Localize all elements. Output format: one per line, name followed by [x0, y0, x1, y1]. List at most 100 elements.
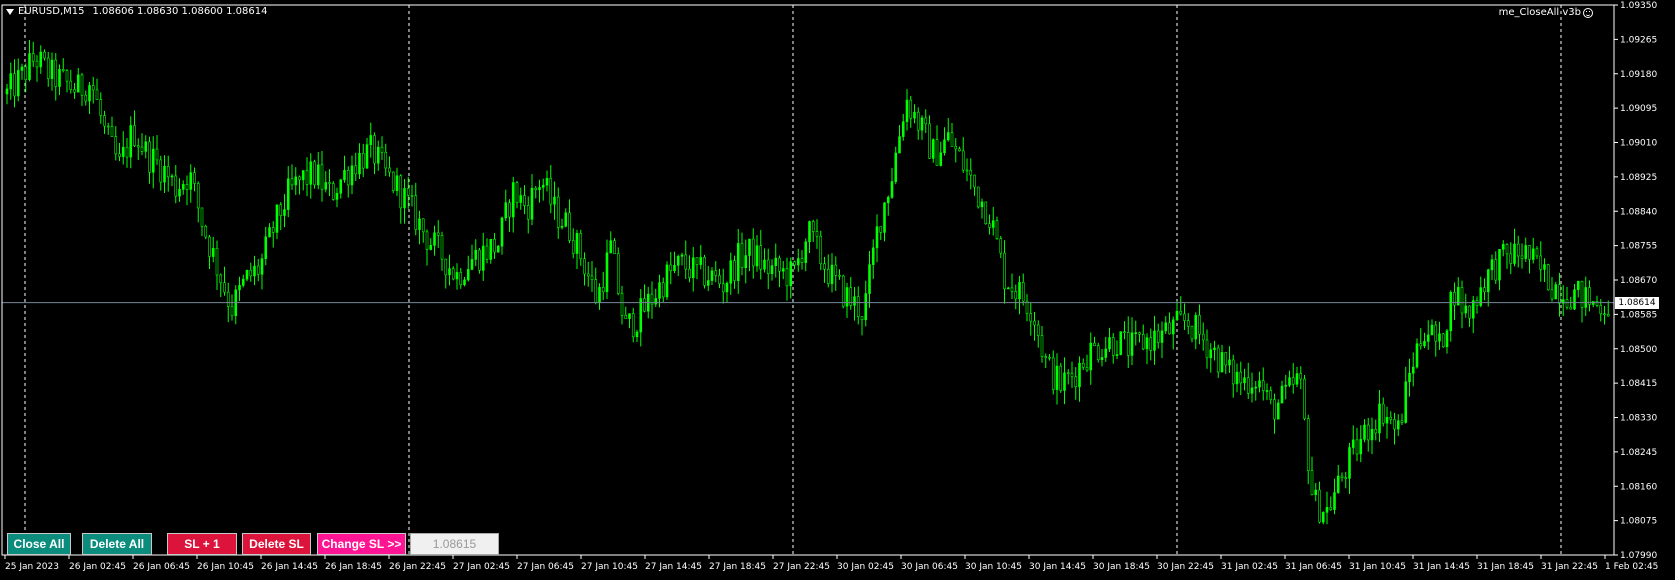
candle: [965, 158, 969, 182]
candle: [575, 229, 579, 270]
candle: [1175, 301, 1179, 321]
candle: [1250, 372, 1254, 403]
candle: [1134, 320, 1138, 346]
candle: [973, 174, 976, 196]
candle: [1246, 362, 1250, 399]
delete-all-button[interactable]: Delete All: [82, 533, 152, 555]
chart-header: EURUSD,M15 1.08606 1.08630 1.08600 1.086…: [6, 6, 267, 17]
candle: [1156, 323, 1160, 349]
candle: [755, 235, 759, 272]
candle: [151, 136, 155, 189]
candle: [913, 104, 916, 124]
sl-plus-one-button[interactable]: SL + 1: [167, 533, 237, 555]
candle: [804, 238, 808, 272]
candle: [579, 229, 583, 266]
change-sl-button[interactable]: Change SL >>: [317, 533, 406, 555]
candle: [114, 126, 118, 161]
candle: [714, 261, 718, 283]
y-tick-label: 1.08925: [1620, 173, 1657, 183]
candle: [1074, 367, 1078, 400]
y-tick-label: 1.08245: [1620, 448, 1657, 458]
y-tick-label: 1.08755: [1620, 242, 1657, 252]
x-tick-label: 27 Jan 18:45: [709, 562, 766, 572]
candle: [313, 159, 316, 189]
candle: [534, 185, 538, 199]
x-tick-label: 31 Jan 18:45: [1477, 562, 1534, 572]
candle: [275, 204, 279, 240]
candle: [24, 63, 28, 93]
close-all-button[interactable]: Close All: [7, 533, 71, 555]
candle: [1543, 258, 1546, 282]
candle: [928, 115, 931, 159]
candle: [1130, 317, 1134, 365]
candle: [474, 239, 478, 267]
candle: [1243, 368, 1246, 391]
candle: [118, 142, 121, 162]
candle: [823, 256, 826, 283]
candle: [13, 59, 16, 108]
candle: [1438, 321, 1441, 350]
candle: [1306, 414, 1310, 485]
smiley-face-icon[interactable]: [1583, 7, 1593, 18]
candle: [1355, 427, 1359, 462]
candle: [1194, 312, 1198, 350]
candle: [601, 271, 605, 301]
candle: [1104, 336, 1108, 362]
candle: [845, 282, 849, 318]
chart-window[interactable]: 1.09350 1.09265 1.09180 1.09095 1.09010 1.089…: [0, 0, 1675, 580]
candle: [650, 281, 654, 319]
candle: [1565, 286, 1569, 310]
candle: [1426, 320, 1430, 350]
candle: [174, 165, 178, 204]
y-tick-label: 1.08585: [1620, 310, 1657, 320]
triangle-down-icon[interactable]: [6, 8, 14, 15]
candle: [339, 178, 343, 199]
candle: [181, 180, 185, 195]
candle: [699, 245, 703, 270]
candle: [984, 201, 988, 225]
candle: [815, 219, 819, 249]
x-tick-label: 31 Jan 14:45: [1413, 562, 1470, 572]
candle: [523, 185, 526, 215]
candle: [1561, 285, 1565, 316]
candle: [200, 207, 204, 237]
delete-sl-button[interactable]: Delete SL: [242, 533, 311, 555]
candle: [1310, 456, 1314, 496]
candle: [185, 175, 189, 206]
candle: [1434, 321, 1438, 357]
candle: [1276, 399, 1280, 420]
candle: [271, 221, 275, 248]
x-tick-label: 26 Jan 22:45: [389, 562, 446, 572]
candle: [1423, 332, 1426, 349]
candle: [556, 187, 560, 239]
candle: [470, 244, 474, 271]
candle: [631, 307, 635, 343]
candle: [860, 316, 864, 336]
candle: [103, 110, 106, 134]
candle: [238, 276, 241, 302]
x-tick-label: 25 Jan 2023: [5, 562, 59, 572]
candle: [676, 254, 680, 277]
candle: [346, 166, 350, 198]
candle: [1475, 296, 1479, 314]
candle: [519, 187, 523, 210]
sl-price-input[interactable]: [410, 533, 499, 555]
candle: [1284, 374, 1288, 400]
candle: [391, 171, 395, 194]
price-chart[interactable]: 1.09350 1.09265 1.09180 1.09095 1.09010 1.089…: [0, 0, 1675, 580]
candle: [939, 141, 943, 167]
candle: [31, 41, 35, 68]
candle: [39, 45, 43, 74]
candle: [1389, 411, 1393, 425]
candle: [1494, 251, 1498, 284]
candle: [1453, 282, 1456, 320]
candle: [508, 199, 511, 232]
candle: [1468, 305, 1471, 327]
candle: [241, 274, 245, 288]
candle: [459, 267, 463, 289]
candle: [774, 243, 778, 278]
y-tick-label: 1.08075: [1620, 517, 1657, 527]
candle: [61, 58, 65, 73]
candle: [695, 257, 699, 279]
candle: [1520, 243, 1524, 269]
